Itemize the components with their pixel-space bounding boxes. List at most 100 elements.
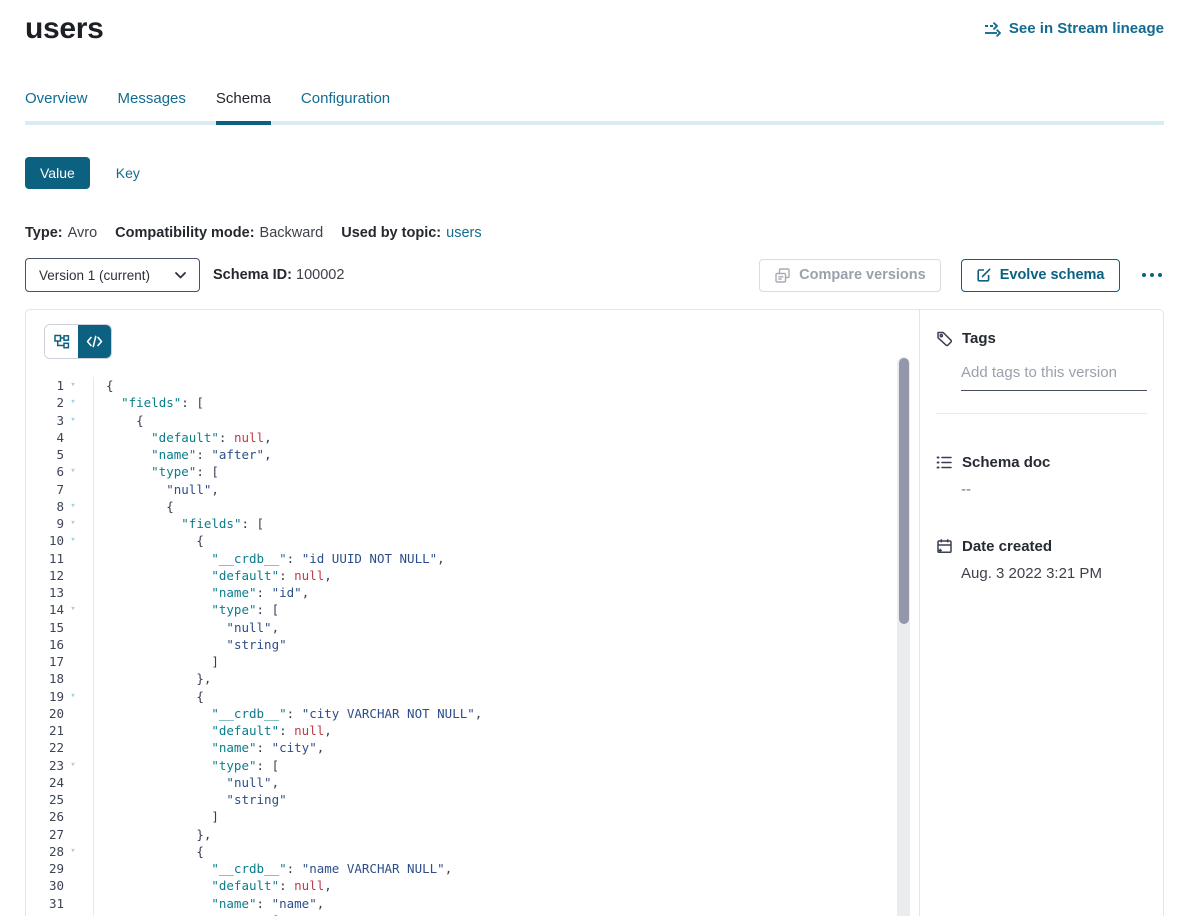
fold-spacer bbox=[64, 481, 82, 498]
version-select[interactable]: Version 1 (current) bbox=[25, 258, 200, 292]
gutter-separator bbox=[82, 739, 94, 756]
gutter-separator bbox=[82, 446, 94, 463]
fold-arrow-icon[interactable]: ▾ bbox=[64, 601, 82, 618]
fold-spacer bbox=[64, 722, 82, 739]
fold-spacer bbox=[64, 705, 82, 722]
tab-schema[interactable]: Schema bbox=[216, 90, 271, 121]
gutter-separator bbox=[82, 550, 94, 567]
fold-arrow-icon[interactable]: ▾ bbox=[64, 412, 82, 429]
code-text: "__crdb__": "city VARCHAR NOT NULL", bbox=[94, 705, 482, 722]
fold-spacer bbox=[64, 584, 82, 601]
add-tags-input[interactable] bbox=[961, 362, 1147, 391]
version-bar: Version 1 (current) Schema ID: 100002 bbox=[25, 258, 1164, 292]
schema-doc-section: Schema doc -- bbox=[936, 454, 1147, 498]
code-text: { bbox=[94, 843, 204, 860]
evolve-schema-button[interactable]: Evolve schema bbox=[961, 259, 1120, 292]
value-tab-button[interactable]: Value bbox=[25, 157, 90, 189]
line-number: 11 bbox=[44, 550, 64, 567]
code-text: "null", bbox=[94, 774, 279, 791]
line-number: 1 bbox=[44, 377, 64, 394]
line-number: 3 bbox=[44, 412, 64, 429]
code-text: "name": "id", bbox=[94, 584, 309, 601]
gutter-separator bbox=[82, 532, 94, 549]
stream-lineage-icon bbox=[984, 21, 1002, 37]
tab-underline-track bbox=[25, 121, 1164, 125]
fold-spacer bbox=[64, 653, 82, 670]
tree-view-button[interactable] bbox=[45, 325, 78, 358]
code-line: 3▾ { bbox=[44, 412, 919, 429]
schema-sidebar: Tags Schema doc -- bbox=[919, 310, 1163, 916]
code-line: 11 "__crdb__": "id UUID NOT NULL", bbox=[44, 550, 919, 567]
fold-arrow-icon[interactable]: ▾ bbox=[64, 843, 82, 860]
fold-spacer bbox=[64, 619, 82, 636]
code-line: 30 "default": null, bbox=[44, 877, 919, 894]
fold-arrow-icon[interactable]: ▾ bbox=[64, 377, 82, 394]
stream-lineage-link[interactable]: See in Stream lineage bbox=[984, 20, 1164, 37]
code-text: "__crdb__": "name VARCHAR NULL", bbox=[94, 860, 452, 877]
editor-scrollbar-thumb[interactable] bbox=[899, 358, 909, 624]
gutter-separator bbox=[82, 567, 94, 584]
fold-arrow-icon[interactable]: ▾ bbox=[64, 757, 82, 774]
ellipsis-icon bbox=[1142, 273, 1147, 278]
code-text: "name": "name", bbox=[94, 895, 324, 912]
fold-arrow-icon[interactable]: ▾ bbox=[64, 498, 82, 515]
compare-versions-button[interactable]: Compare versions bbox=[759, 259, 941, 292]
line-number: 8 bbox=[44, 498, 64, 515]
gutter-separator bbox=[82, 481, 94, 498]
gutter-separator bbox=[82, 619, 94, 636]
code-text: "type": [ bbox=[94, 912, 279, 916]
gutter-separator bbox=[82, 377, 94, 394]
line-number: 23 bbox=[44, 757, 64, 774]
fold-spacer bbox=[64, 429, 82, 446]
gutter-separator bbox=[82, 515, 94, 532]
fold-spacer bbox=[64, 567, 82, 584]
code-text: { bbox=[94, 377, 114, 394]
editor-scrollbar-track[interactable] bbox=[897, 357, 910, 916]
gutter-separator bbox=[82, 653, 94, 670]
fold-arrow-icon[interactable]: ▾ bbox=[64, 394, 82, 411]
code-line: 25 "string" bbox=[44, 791, 919, 808]
fold-arrow-icon[interactable]: ▾ bbox=[64, 515, 82, 532]
line-number: 32 bbox=[44, 912, 64, 916]
topic-link[interactable]: users bbox=[446, 225, 481, 241]
line-number: 24 bbox=[44, 774, 64, 791]
tab-overview[interactable]: Overview bbox=[25, 90, 88, 121]
page-header: users See in Stream lineage bbox=[25, 0, 1164, 46]
fold-arrow-icon[interactable]: ▾ bbox=[64, 532, 82, 549]
code-text: ] bbox=[94, 808, 219, 825]
code-line: 5 "name": "after", bbox=[44, 446, 919, 463]
line-number: 2 bbox=[44, 394, 64, 411]
fold-arrow-icon[interactable]: ▾ bbox=[64, 912, 82, 916]
fold-spacer bbox=[64, 550, 82, 567]
fold-arrow-icon[interactable]: ▾ bbox=[64, 688, 82, 705]
code-line: 31 "name": "name", bbox=[44, 895, 919, 912]
key-tab-link[interactable]: Key bbox=[116, 165, 140, 181]
used-by-topic-label: Used by topic: bbox=[341, 225, 441, 241]
line-number: 29 bbox=[44, 860, 64, 877]
code-view-button[interactable] bbox=[78, 325, 111, 358]
code-line: 10▾ { bbox=[44, 532, 919, 549]
fold-spacer bbox=[64, 826, 82, 843]
line-number: 19 bbox=[44, 688, 64, 705]
code-line: 2▾ "fields": [ bbox=[44, 394, 919, 411]
code-text: "name": "city", bbox=[94, 739, 324, 756]
schema-doc-icon bbox=[936, 455, 953, 470]
code-line: 9▾ "fields": [ bbox=[44, 515, 919, 532]
line-number: 16 bbox=[44, 636, 64, 653]
line-number: 17 bbox=[44, 653, 64, 670]
code-text: "type": [ bbox=[94, 601, 279, 618]
fold-spacer bbox=[64, 446, 82, 463]
line-number: 31 bbox=[44, 895, 64, 912]
page-title: users bbox=[25, 12, 104, 46]
date-created-section: Date created Aug. 3 2022 3:21 PM bbox=[936, 538, 1147, 582]
gutter-separator bbox=[82, 774, 94, 791]
code-line: 6▾ "type": [ bbox=[44, 463, 919, 480]
schema-panel: 1▾{2▾ "fields": [3▾ {4 "default": null,5… bbox=[25, 309, 1164, 916]
more-options-button[interactable] bbox=[1140, 267, 1165, 284]
fold-arrow-icon[interactable]: ▾ bbox=[64, 463, 82, 480]
tab-configuration[interactable]: Configuration bbox=[301, 90, 390, 121]
fold-spacer bbox=[64, 895, 82, 912]
gutter-separator bbox=[82, 826, 94, 843]
tab-messages[interactable]: Messages bbox=[118, 90, 186, 121]
code-text: "default": null, bbox=[94, 567, 332, 584]
